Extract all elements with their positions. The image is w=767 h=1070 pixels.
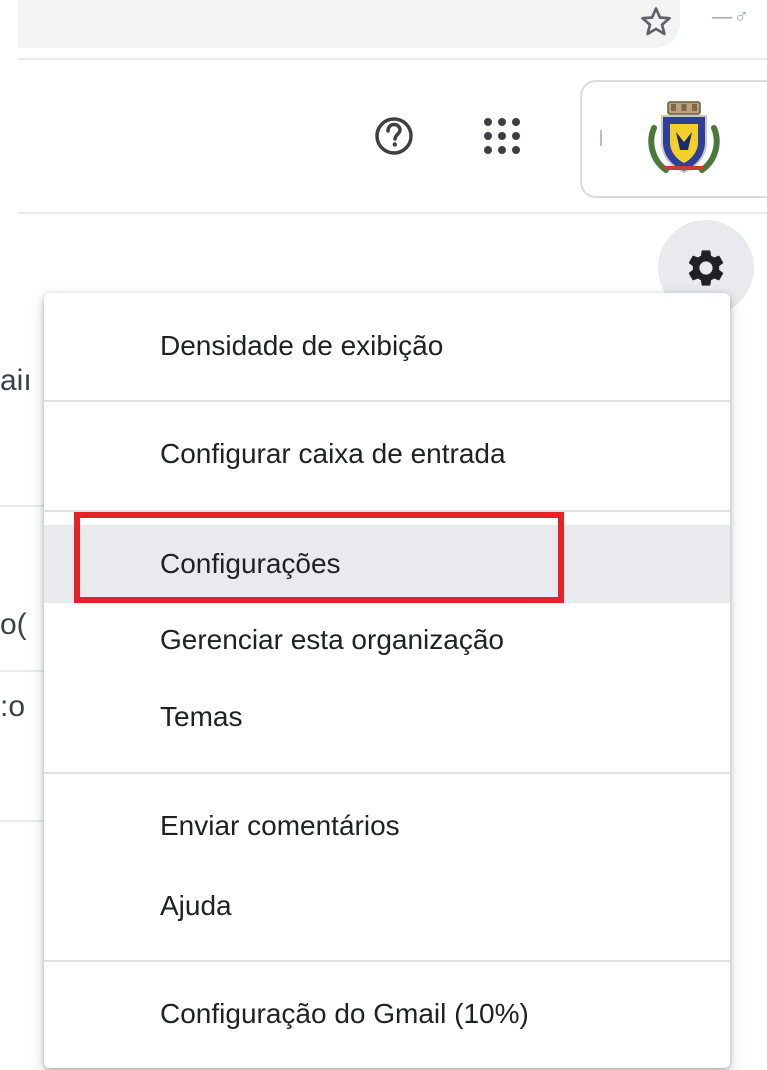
menu-item-themes[interactable]: Temas	[44, 678, 730, 756]
background-list-fragment: o(	[0, 608, 27, 641]
bookmark-star-icon[interactable]	[638, 4, 674, 40]
menu-item-label: Configurações	[160, 548, 341, 579]
menu-item-label: Temas	[160, 701, 243, 732]
menu-separator	[44, 960, 730, 962]
background-row-divider	[0, 670, 44, 672]
menu-item-label: Enviar comentários	[160, 810, 400, 841]
municipal-crest-avatar[interactable]	[640, 98, 728, 178]
menu-item-label: Densidade de exibição	[160, 330, 444, 361]
menu-separator	[44, 772, 730, 774]
account-switcher[interactable]	[580, 80, 767, 198]
background-list-fragment: :o	[0, 690, 26, 723]
gear-icon	[688, 250, 724, 286]
menu-item-settings[interactable]: Configurações	[44, 525, 730, 603]
menu-separator	[44, 400, 730, 402]
menu-item-help[interactable]: Ajuda	[44, 867, 730, 945]
help-button[interactable]	[366, 108, 422, 164]
google-apps-button[interactable]	[474, 108, 530, 164]
menu-item-gmail-setup[interactable]: Configuração do Gmail (10%)	[44, 975, 730, 1053]
menu-item-label: Gerenciar esta organização	[160, 624, 504, 655]
menu-item-label: Ajuda	[160, 890, 232, 921]
account-divider	[600, 130, 602, 146]
menu-item-label: Configurar caixa de entrada	[160, 438, 506, 469]
menu-item-configure-inbox[interactable]: Configurar caixa de entrada	[44, 415, 730, 493]
background-row-divider	[0, 820, 44, 822]
menu-separator	[44, 510, 730, 512]
settings-menu: Densidade de exibição Configurar caixa d…	[44, 293, 730, 1068]
menu-item-display-density[interactable]: Densidade de exibição	[44, 307, 730, 385]
apps-grid-icon	[484, 118, 520, 154]
menu-item-manage-organization[interactable]: Gerenciar esta organização	[44, 601, 730, 679]
background-row-divider	[0, 505, 44, 507]
header-divider	[18, 212, 767, 214]
extension-icon-fragment[interactable]: —♂	[712, 6, 751, 29]
menu-item-label: Configuração do Gmail (10%)	[160, 998, 529, 1029]
gmail-window: —♂ aiı o(:o Densidade de exibição Confi…	[0, 0, 767, 1070]
address-bar[interactable]	[18, 0, 680, 48]
menu-item-send-feedback[interactable]: Enviar comentários	[44, 787, 730, 865]
toolbar-divider	[18, 58, 767, 60]
help-circle-icon	[375, 117, 413, 155]
background-list-fragment: aiı	[0, 364, 32, 397]
